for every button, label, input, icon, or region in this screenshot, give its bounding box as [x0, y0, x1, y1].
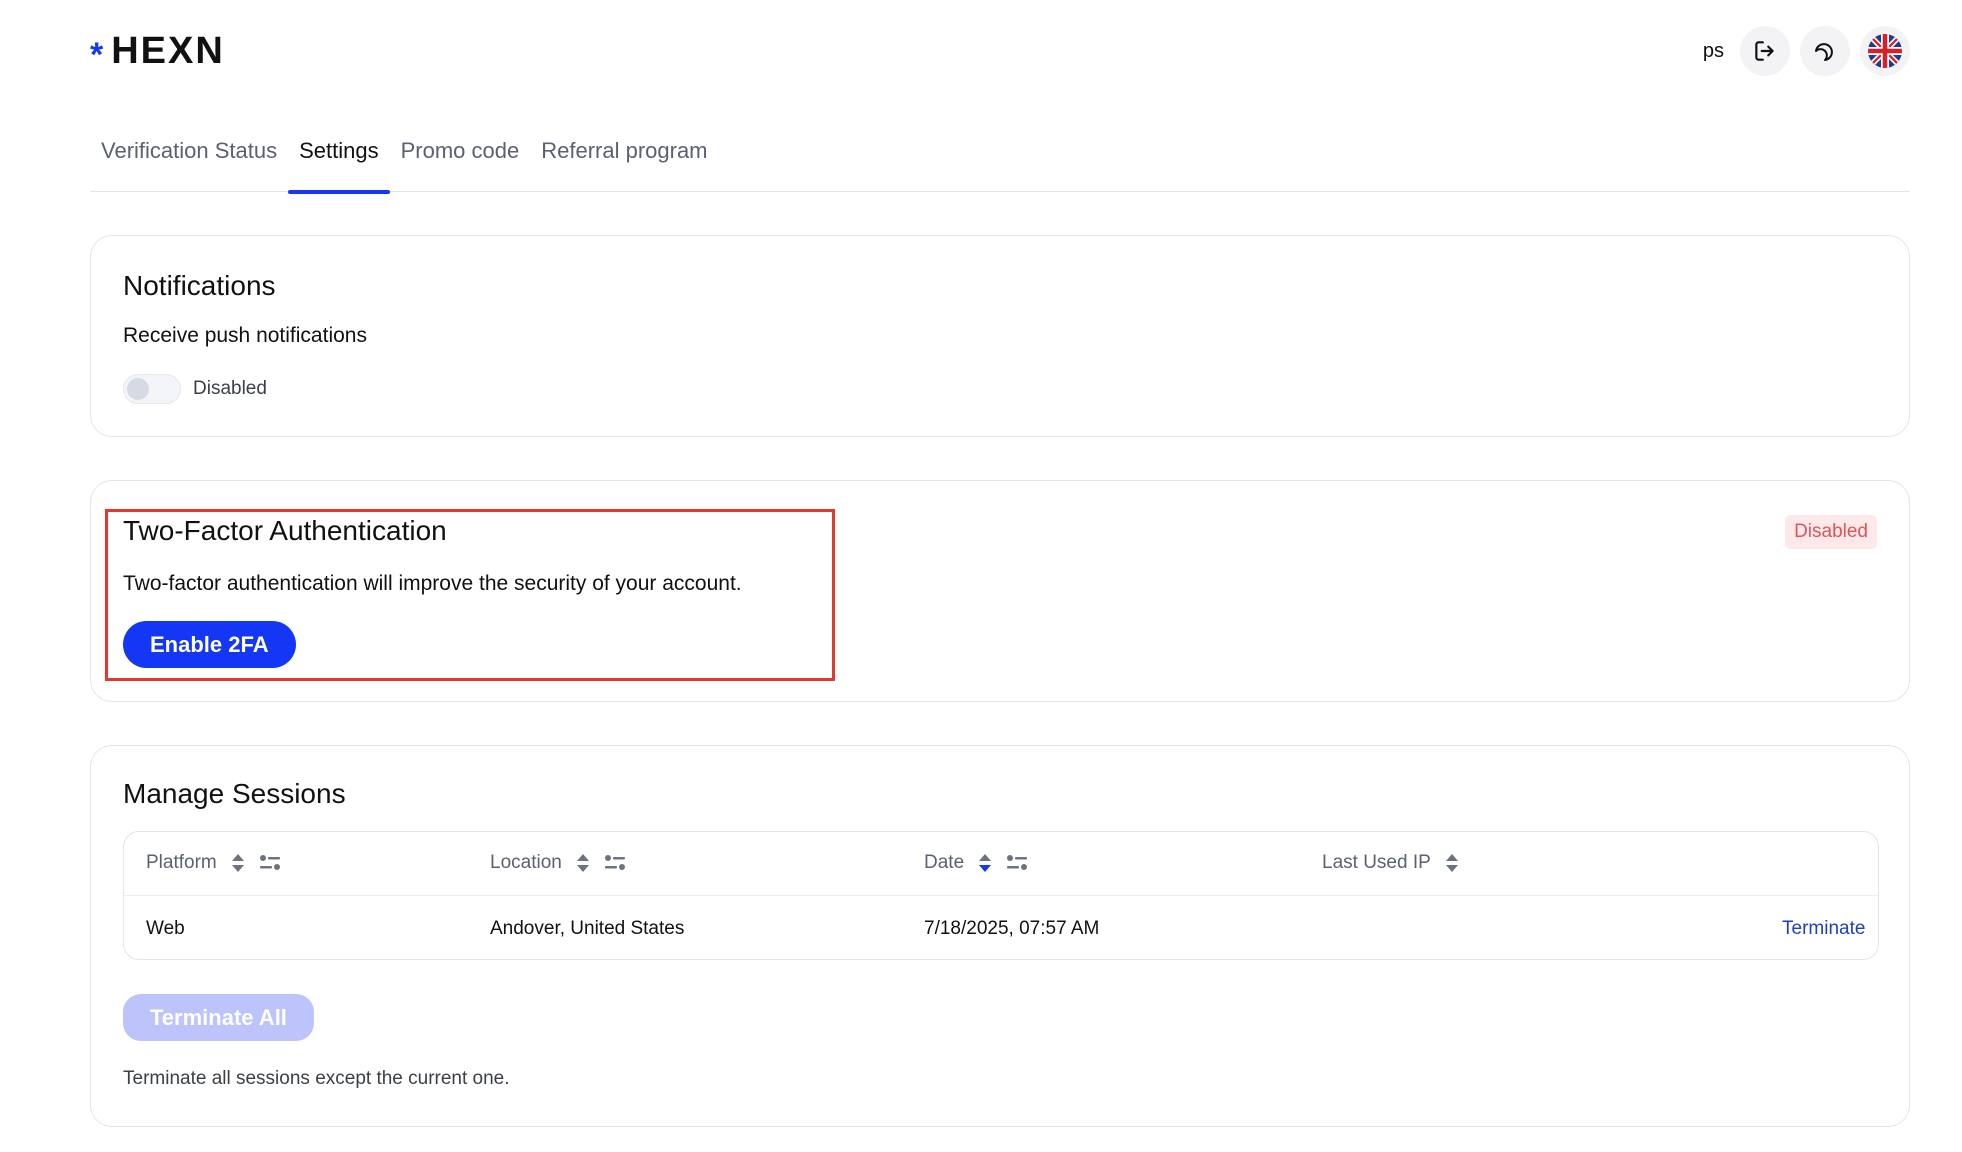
- logo-text: HEXN: [111, 29, 225, 72]
- filter-icon[interactable]: [259, 854, 281, 872]
- sessions-table: Platform Location Date Last Used IP Web …: [123, 831, 1879, 960]
- sort-icon[interactable]: [576, 852, 590, 874]
- user-initials[interactable]: ps: [1703, 40, 1724, 63]
- table-row: Web Andover, United States 7/18/2025, 07…: [124, 896, 1878, 960]
- column-platform: Platform: [146, 852, 281, 874]
- sort-icon[interactable]: [1445, 852, 1459, 874]
- notifications-subtitle: Receive push notifications: [123, 324, 367, 347]
- settings-tabs: Verification Status Settings Promo code …: [90, 130, 1910, 194]
- column-location: Location: [490, 852, 626, 874]
- logout-button[interactable]: [1740, 26, 1790, 76]
- two-factor-description: Two-factor authentication will improve t…: [123, 572, 742, 595]
- top-header: * HEXN ps: [90, 26, 1910, 76]
- toggle-knob: [127, 378, 149, 400]
- sort-icon[interactable]: [231, 852, 245, 874]
- toggle-status-label: Disabled: [193, 378, 267, 399]
- column-date: Date: [924, 852, 1028, 874]
- notifications-card: Notifications Receive push notifications…: [90, 235, 1910, 437]
- cell-platform: Web: [146, 918, 185, 939]
- manage-sessions-card: Manage Sessions Platform Location Date L…: [90, 745, 1910, 1127]
- column-label: Last Used IP: [1322, 852, 1431, 873]
- tab-promo-code[interactable]: Promo code: [390, 130, 531, 192]
- logo-star-icon: *: [90, 36, 104, 74]
- tab-settings[interactable]: Settings: [288, 130, 390, 194]
- cell-location: Andover, United States: [490, 918, 685, 939]
- language-selector[interactable]: [1860, 26, 1910, 76]
- theme-toggle-button[interactable]: [1800, 26, 1850, 76]
- cell-date: 7/18/2025, 07:57 AM: [924, 918, 1100, 939]
- notifications-title: Notifications: [123, 270, 276, 301]
- filter-icon[interactable]: [1006, 854, 1028, 872]
- sessions-title: Manage Sessions: [123, 778, 346, 809]
- terminate-all-button[interactable]: Terminate All: [123, 994, 314, 1041]
- column-label: Date: [924, 852, 965, 873]
- filter-icon[interactable]: [604, 854, 626, 872]
- moon-icon: [1815, 43, 1833, 61]
- tab-referral-program[interactable]: Referral program: [530, 130, 718, 192]
- enable-2fa-button[interactable]: Enable 2FA: [123, 621, 296, 668]
- push-notifications-toggle[interactable]: [123, 374, 181, 404]
- status-badge: Disabled: [1785, 515, 1877, 549]
- logo[interactable]: * HEXN: [90, 30, 225, 73]
- two-factor-title: Two-Factor Authentication: [123, 515, 447, 546]
- header-actions: ps: [1703, 26, 1910, 76]
- table-header: Platform Location Date Last Used IP: [124, 832, 1878, 896]
- uk-flag-icon: [1868, 34, 1902, 68]
- terminate-all-note: Terminate all sessions except the curren…: [123, 1068, 510, 1089]
- two-factor-card: Two-Factor Authentication Two-factor aut…: [90, 480, 1910, 702]
- column-label: Location: [490, 852, 562, 873]
- column-last-used-ip: Last Used IP: [1322, 852, 1459, 874]
- sort-desc-icon[interactable]: [978, 852, 992, 874]
- tab-verification-status[interactable]: Verification Status: [90, 130, 288, 192]
- terminate-session-link[interactable]: Terminate: [1782, 918, 1865, 940]
- push-toggle-row: Disabled: [123, 374, 267, 404]
- column-label: Platform: [146, 852, 217, 873]
- logout-icon: [1755, 41, 1774, 61]
